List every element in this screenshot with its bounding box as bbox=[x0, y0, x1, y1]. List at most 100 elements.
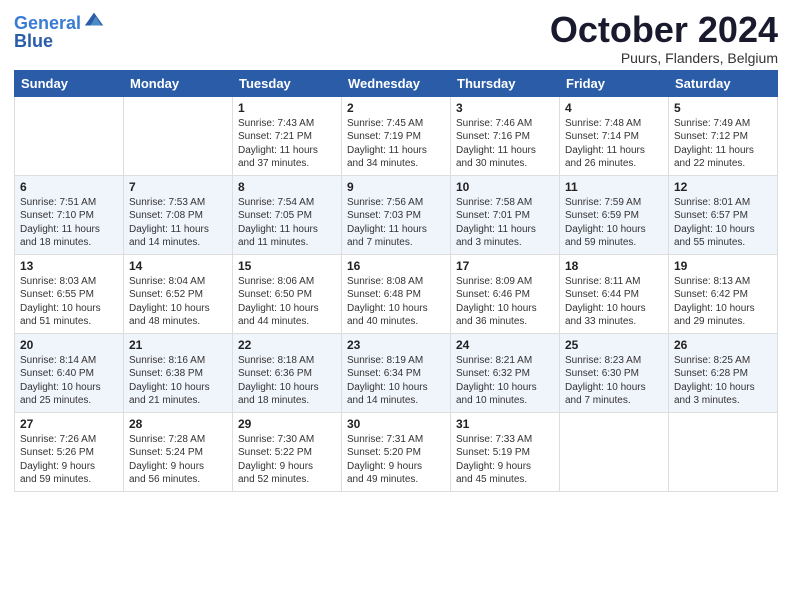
day-number: 25 bbox=[565, 338, 663, 352]
day-cell bbox=[124, 96, 233, 175]
day-cell bbox=[15, 96, 124, 175]
day-number: 23 bbox=[347, 338, 445, 352]
day-content: Sunrise: 8:13 AM Sunset: 6:42 PM Dayligh… bbox=[674, 275, 772, 329]
day-number: 31 bbox=[456, 417, 554, 431]
logo-icon bbox=[83, 9, 105, 31]
day-number: 28 bbox=[129, 417, 227, 431]
header: General Blue October 2024 Puurs, Flander… bbox=[14, 10, 778, 66]
day-cell: 15 Sunrise: 8:06 AM Sunset: 6:50 PM Dayli… bbox=[233, 254, 342, 333]
day-content: Sunrise: 7:43 AM Sunset: 7:21 PM Dayligh… bbox=[238, 117, 336, 171]
day-content: Sunrise: 8:06 AM Sunset: 6:50 PM Dayligh… bbox=[238, 275, 336, 329]
day-cell: 17 Sunrise: 8:09 AM Sunset: 6:46 PM Dayli… bbox=[451, 254, 560, 333]
day-cell: 3 Sunrise: 7:46 AM Sunset: 7:16 PM Daylig… bbox=[451, 96, 560, 175]
day-content: Sunrise: 7:26 AM Sunset: 5:26 PM Dayligh… bbox=[20, 433, 118, 487]
month-title: October 2024 bbox=[550, 10, 778, 50]
day-cell: 29 Sunrise: 7:30 AM Sunset: 5:22 PM Dayli… bbox=[233, 412, 342, 491]
day-content: Sunrise: 8:08 AM Sunset: 6:48 PM Dayligh… bbox=[347, 275, 445, 329]
logo-text2: Blue bbox=[14, 32, 105, 52]
day-content: Sunrise: 8:19 AM Sunset: 6:34 PM Dayligh… bbox=[347, 354, 445, 408]
day-number: 13 bbox=[20, 259, 118, 273]
day-cell: 2 Sunrise: 7:45 AM Sunset: 7:19 PM Daylig… bbox=[342, 96, 451, 175]
day-cell: 13 Sunrise: 8:03 AM Sunset: 6:55 PM Dayli… bbox=[15, 254, 124, 333]
day-number: 22 bbox=[238, 338, 336, 352]
day-content: Sunrise: 8:09 AM Sunset: 6:46 PM Dayligh… bbox=[456, 275, 554, 329]
day-cell: 4 Sunrise: 7:48 AM Sunset: 7:14 PM Daylig… bbox=[560, 96, 669, 175]
day-number: 26 bbox=[674, 338, 772, 352]
day-number: 30 bbox=[347, 417, 445, 431]
week-row-4: 20 Sunrise: 8:14 AM Sunset: 6:40 PM Dayli… bbox=[15, 333, 778, 412]
day-number: 29 bbox=[238, 417, 336, 431]
day-number: 15 bbox=[238, 259, 336, 273]
day-content: Sunrise: 8:21 AM Sunset: 6:32 PM Dayligh… bbox=[456, 354, 554, 408]
day-number: 12 bbox=[674, 180, 772, 194]
day-content: Sunrise: 8:25 AM Sunset: 6:28 PM Dayligh… bbox=[674, 354, 772, 408]
day-number: 14 bbox=[129, 259, 227, 273]
title-block: October 2024 Puurs, Flanders, Belgium bbox=[550, 10, 778, 66]
week-row-5: 27Sunrise: 7:26 AM Sunset: 5:26 PM Dayli… bbox=[15, 412, 778, 491]
day-content: Sunrise: 7:48 AM Sunset: 7:14 PM Dayligh… bbox=[565, 117, 663, 171]
day-cell: 16 Sunrise: 8:08 AM Sunset: 6:48 PM Dayli… bbox=[342, 254, 451, 333]
day-content: Sunrise: 7:49 AM Sunset: 7:12 PM Dayligh… bbox=[674, 117, 772, 171]
day-number: 11 bbox=[565, 180, 663, 194]
day-number: 24 bbox=[456, 338, 554, 352]
day-cell: 25Sunrise: 8:23 AM Sunset: 6:30 PM Dayli… bbox=[560, 333, 669, 412]
col-header-tuesday: Tuesday bbox=[233, 70, 342, 96]
day-content: Sunrise: 7:28 AM Sunset: 5:24 PM Dayligh… bbox=[129, 433, 227, 487]
day-cell: 14Sunrise: 8:04 AM Sunset: 6:52 PM Dayli… bbox=[124, 254, 233, 333]
day-content: Sunrise: 7:58 AM Sunset: 7:01 PM Dayligh… bbox=[456, 196, 554, 250]
day-cell: 1Sunrise: 7:43 AM Sunset: 7:21 PM Daylig… bbox=[233, 96, 342, 175]
day-cell: 7 Sunrise: 7:53 AM Sunset: 7:08 PM Daylig… bbox=[124, 175, 233, 254]
col-header-sunday: Sunday bbox=[15, 70, 124, 96]
day-cell: 24 Sunrise: 8:21 AM Sunset: 6:32 PM Dayli… bbox=[451, 333, 560, 412]
day-content: Sunrise: 7:33 AM Sunset: 5:19 PM Dayligh… bbox=[456, 433, 554, 487]
day-cell: 31 Sunrise: 7:33 AM Sunset: 5:19 PM Dayli… bbox=[451, 412, 560, 491]
day-number: 5 bbox=[674, 101, 772, 115]
day-number: 19 bbox=[674, 259, 772, 273]
day-number: 2 bbox=[347, 101, 445, 115]
col-header-saturday: Saturday bbox=[669, 70, 778, 96]
day-number: 9 bbox=[347, 180, 445, 194]
day-cell: 8Sunrise: 7:54 AM Sunset: 7:05 PM Daylig… bbox=[233, 175, 342, 254]
day-content: Sunrise: 7:46 AM Sunset: 7:16 PM Dayligh… bbox=[456, 117, 554, 171]
day-cell: 28 Sunrise: 7:28 AM Sunset: 5:24 PM Dayli… bbox=[124, 412, 233, 491]
day-content: Sunrise: 7:59 AM Sunset: 6:59 PM Dayligh… bbox=[565, 196, 663, 250]
day-cell: 18 Sunrise: 8:11 AM Sunset: 6:44 PM Dayli… bbox=[560, 254, 669, 333]
day-number: 20 bbox=[20, 338, 118, 352]
calendar-container: General Blue October 2024 Puurs, Flander… bbox=[0, 0, 792, 498]
day-number: 3 bbox=[456, 101, 554, 115]
day-cell bbox=[560, 412, 669, 491]
day-number: 8 bbox=[238, 180, 336, 194]
day-cell: 19 Sunrise: 8:13 AM Sunset: 6:42 PM Dayli… bbox=[669, 254, 778, 333]
day-cell: 20 Sunrise: 8:14 AM Sunset: 6:40 PM Dayli… bbox=[15, 333, 124, 412]
day-number: 4 bbox=[565, 101, 663, 115]
day-cell: 21Sunrise: 8:16 AM Sunset: 6:38 PM Dayli… bbox=[124, 333, 233, 412]
day-content: Sunrise: 7:53 AM Sunset: 7:08 PM Dayligh… bbox=[129, 196, 227, 250]
week-row-3: 13 Sunrise: 8:03 AM Sunset: 6:55 PM Dayli… bbox=[15, 254, 778, 333]
day-content: Sunrise: 8:01 AM Sunset: 6:57 PM Dayligh… bbox=[674, 196, 772, 250]
calendar-table: SundayMondayTuesdayWednesdayThursdayFrid… bbox=[14, 70, 778, 492]
week-row-1: 1Sunrise: 7:43 AM Sunset: 7:21 PM Daylig… bbox=[15, 96, 778, 175]
day-cell: 10Sunrise: 7:58 AM Sunset: 7:01 PM Dayli… bbox=[451, 175, 560, 254]
day-content: Sunrise: 7:56 AM Sunset: 7:03 PM Dayligh… bbox=[347, 196, 445, 250]
day-content: Sunrise: 7:45 AM Sunset: 7:19 PM Dayligh… bbox=[347, 117, 445, 171]
day-content: Sunrise: 8:03 AM Sunset: 6:55 PM Dayligh… bbox=[20, 275, 118, 329]
day-number: 6 bbox=[20, 180, 118, 194]
day-cell: 30Sunrise: 7:31 AM Sunset: 5:20 PM Dayli… bbox=[342, 412, 451, 491]
day-cell: 27Sunrise: 7:26 AM Sunset: 5:26 PM Dayli… bbox=[15, 412, 124, 491]
day-cell: 6Sunrise: 7:51 AM Sunset: 7:10 PM Daylig… bbox=[15, 175, 124, 254]
day-number: 17 bbox=[456, 259, 554, 273]
day-cell bbox=[669, 412, 778, 491]
day-number: 18 bbox=[565, 259, 663, 273]
col-header-monday: Monday bbox=[124, 70, 233, 96]
day-number: 16 bbox=[347, 259, 445, 273]
day-content: Sunrise: 8:14 AM Sunset: 6:40 PM Dayligh… bbox=[20, 354, 118, 408]
day-content: Sunrise: 8:18 AM Sunset: 6:36 PM Dayligh… bbox=[238, 354, 336, 408]
day-number: 7 bbox=[129, 180, 227, 194]
col-header-thursday: Thursday bbox=[451, 70, 560, 96]
day-cell: 11 Sunrise: 7:59 AM Sunset: 6:59 PM Dayli… bbox=[560, 175, 669, 254]
day-content: Sunrise: 8:11 AM Sunset: 6:44 PM Dayligh… bbox=[565, 275, 663, 329]
logo: General Blue bbox=[14, 14, 105, 52]
day-content: Sunrise: 7:30 AM Sunset: 5:22 PM Dayligh… bbox=[238, 433, 336, 487]
day-cell: 26 Sunrise: 8:25 AM Sunset: 6:28 PM Dayli… bbox=[669, 333, 778, 412]
day-content: Sunrise: 8:16 AM Sunset: 6:38 PM Dayligh… bbox=[129, 354, 227, 408]
